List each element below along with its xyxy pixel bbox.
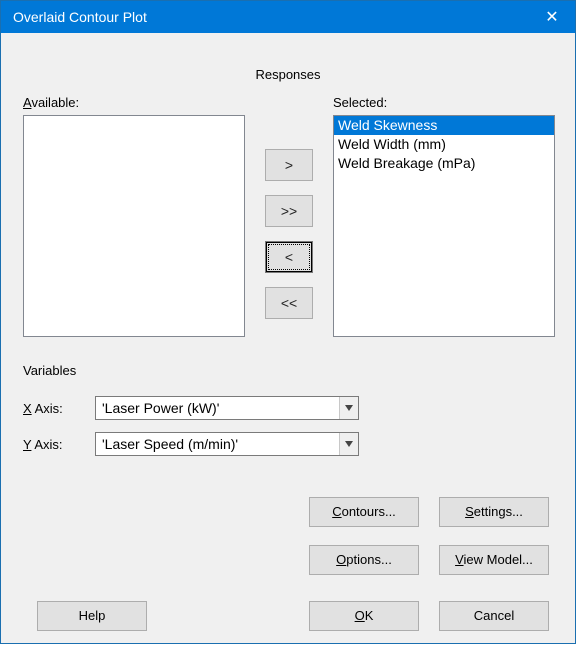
- x-axis-value: 'Laser Power (kW)': [96, 400, 339, 416]
- move-all-right-button[interactable]: >>: [265, 195, 313, 227]
- window-title: Overlaid Contour Plot: [13, 9, 529, 25]
- options-button[interactable]: Options...: [309, 545, 419, 575]
- list-item[interactable]: Weld Breakage (mPa): [334, 154, 554, 173]
- close-icon: ✕: [545, 7, 558, 27]
- x-axis-combobox[interactable]: 'Laser Power (kW)': [95, 396, 359, 420]
- variables-heading: Variables: [23, 363, 76, 378]
- cancel-button[interactable]: Cancel: [439, 601, 549, 631]
- titlebar: Overlaid Contour Plot ✕: [1, 1, 575, 33]
- contours-button[interactable]: Contours...: [309, 497, 419, 527]
- y-axis-combobox[interactable]: 'Laser Speed (m/min)': [95, 432, 359, 456]
- y-axis-value: 'Laser Speed (m/min)': [96, 436, 339, 452]
- view-model-button[interactable]: View Model...: [439, 545, 549, 575]
- available-listbox[interactable]: [23, 115, 245, 337]
- available-label: Available:: [23, 95, 79, 110]
- chevron-down-icon: [339, 433, 358, 455]
- dialog-body: Responses Available: Selected: Weld Skew…: [1, 33, 575, 643]
- move-all-left-button[interactable]: <<: [265, 287, 313, 319]
- selected-listbox[interactable]: Weld SkewnessWeld Width (mm)Weld Breakag…: [333, 115, 555, 337]
- close-button[interactable]: ✕: [529, 1, 575, 33]
- list-item[interactable]: Weld Skewness: [334, 116, 554, 135]
- dialog-window: Overlaid Contour Plot ✕ Responses Availa…: [0, 0, 576, 644]
- list-item[interactable]: Weld Width (mm): [334, 135, 554, 154]
- responses-heading: Responses: [1, 67, 575, 82]
- chevron-down-icon: [339, 397, 358, 419]
- settings-button[interactable]: Settings...: [439, 497, 549, 527]
- selected-label: Selected:: [333, 95, 387, 110]
- help-button[interactable]: Help: [37, 601, 147, 631]
- y-axis-label: Y Axis:: [23, 437, 63, 452]
- move-right-button[interactable]: >: [265, 149, 313, 181]
- move-left-button[interactable]: <: [265, 241, 313, 273]
- ok-button[interactable]: OK: [309, 601, 419, 631]
- x-axis-label: X Axis:: [23, 401, 63, 416]
